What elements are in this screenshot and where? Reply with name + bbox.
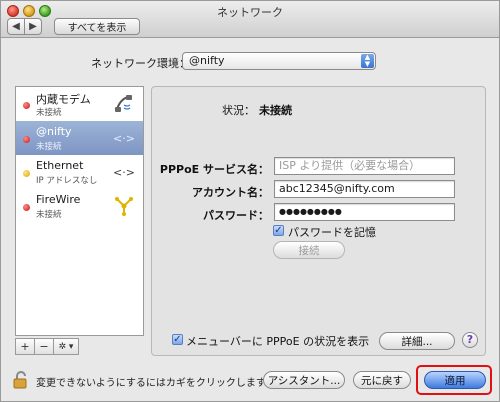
add-service-button[interactable]: +	[15, 338, 35, 355]
location-select[interactable]: @nifty ▲ ▼	[182, 52, 376, 70]
service-status: IP アドレスなし	[36, 176, 98, 186]
status-dot-yellow-icon	[23, 170, 30, 177]
connect-button[interactable]: 接続	[273, 241, 345, 259]
remember-password-label: パスワードを記憶	[288, 226, 376, 239]
status-dot-red-icon	[23, 204, 30, 211]
popup-arrows-icon: ▲ ▼	[361, 54, 374, 68]
password-field[interactable]: ●●●●●●●●●	[274, 203, 455, 221]
firewire-icon	[113, 196, 135, 216]
service-status: 未接続	[36, 142, 62, 152]
svg-text:<·>: <·>	[113, 132, 135, 145]
forward-button[interactable]: ▶	[24, 18, 42, 35]
back-button[interactable]: ◀	[7, 18, 25, 35]
service-name: FireWire	[36, 193, 81, 206]
service-status: 未接続	[36, 210, 62, 220]
service-item-firewire[interactable]: FireWire 未接続	[16, 189, 143, 223]
remember-password-checkbox[interactable]: ✓	[273, 225, 284, 236]
service-list[interactable]: 内蔵モデム 未接続 @nifty 未接続 <·> Ethernet IP アドレ…	[15, 86, 144, 336]
lock-icon[interactable]	[13, 371, 29, 389]
service-name-field[interactable]: ISP より提供（必要な場合）	[274, 157, 455, 175]
action-menu-button[interactable]: ✲ ▾	[53, 338, 79, 355]
network-preferences-window: ネットワーク ◀ ▶ すべてを表示 ネットワーク環境： @nifty ▲ ▼ 内蔵…	[0, 0, 500, 402]
modem-icon	[113, 94, 135, 114]
help-button[interactable]: ?	[462, 332, 478, 348]
service-item-modem[interactable]: 内蔵モデム 未接続	[16, 87, 143, 121]
title-bar: ネットワーク ◀ ▶ すべてを表示	[1, 1, 499, 38]
location-value: @nifty	[189, 54, 225, 67]
service-name: Ethernet	[36, 159, 84, 172]
status-value: 未接続	[259, 104, 292, 117]
assistant-button[interactable]: アシスタント...	[263, 371, 345, 389]
status-label: 状況：	[222, 104, 255, 117]
service-name: 内蔵モデム	[36, 93, 91, 106]
service-status: 未接続	[36, 108, 62, 118]
show-all-button[interactable]: すべてを表示	[54, 18, 140, 35]
service-item-nifty[interactable]: @nifty 未接続 <·>	[16, 121, 143, 155]
service-name-label: PPPoE サービス名：	[159, 163, 269, 176]
revert-button[interactable]: 元に戻す	[353, 371, 411, 389]
advanced-button[interactable]: 詳細...	[379, 332, 455, 350]
status-dot-red-icon	[23, 136, 30, 143]
remove-service-button[interactable]: −	[34, 338, 54, 355]
account-field[interactable]: abc12345@nifty.com	[274, 180, 455, 198]
show-menubar-status-label: メニューバーに PPPoE の状況を表示	[186, 335, 370, 348]
apply-button[interactable]: 適用	[424, 371, 486, 389]
password-label: パスワード：	[203, 209, 269, 222]
location-label: ネットワーク環境：	[91, 57, 190, 70]
account-label: アカウント名：	[192, 186, 269, 199]
lock-hint-text: 変更できないようにするにはカギをクリックします。	[36, 378, 275, 389]
ethernet-icon: <·>	[113, 162, 135, 182]
show-menubar-status-checkbox[interactable]: ✓	[172, 334, 183, 345]
vpn-icon: <·>	[113, 128, 135, 148]
service-name: @nifty	[36, 125, 72, 138]
svg-text:<·>: <·>	[113, 166, 135, 179]
service-item-ethernet[interactable]: Ethernet IP アドレスなし <·>	[16, 155, 143, 189]
status-dot-red-icon	[23, 102, 30, 109]
